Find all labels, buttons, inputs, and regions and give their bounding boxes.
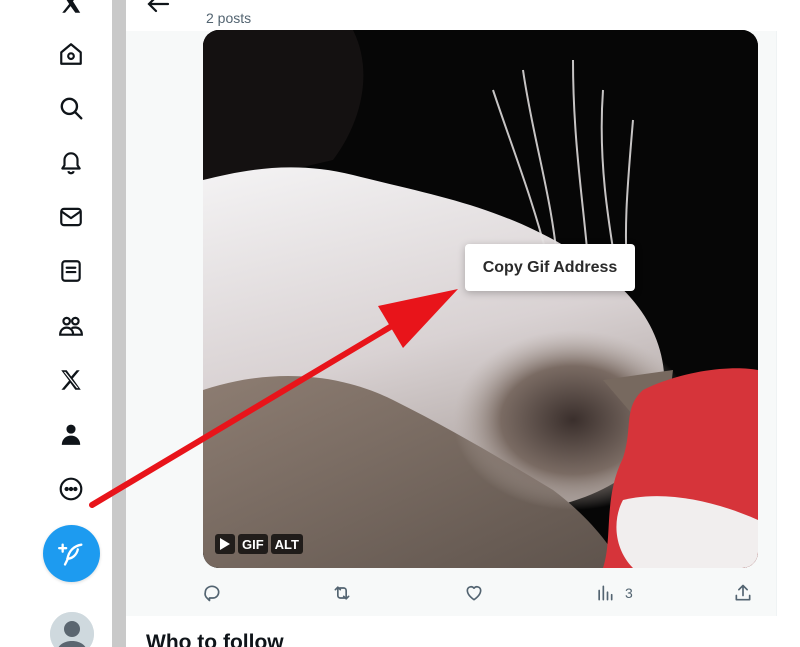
reply-button[interactable] <box>202 578 222 608</box>
copy-gif-address-menu-item[interactable]: Copy Gif Address <box>465 244 635 291</box>
compose-post-icon <box>57 543 83 566</box>
views-chart-icon <box>598 585 613 601</box>
home-icon[interactable] <box>56 39 86 69</box>
views-count: 3 <box>625 585 633 601</box>
repost-button[interactable] <box>332 578 352 608</box>
profile-header: 2 posts <box>126 0 777 31</box>
search-icon[interactable] <box>56 93 86 123</box>
alt-badge[interactable]: ALT <box>270 534 303 554</box>
x-logo-icon[interactable] <box>56 0 86 18</box>
gif-media[interactable]: GIF ALT <box>203 30 758 568</box>
reply-icon <box>204 585 220 602</box>
sidebar-nav <box>0 0 112 647</box>
cat-gif-image <box>203 30 758 568</box>
compose-post-button[interactable] <box>43 525 100 582</box>
heart-icon <box>466 585 482 601</box>
premium-x-icon[interactable] <box>56 365 86 395</box>
who-to-follow-section: Who to follow <box>126 616 777 647</box>
repost-icon <box>334 586 350 600</box>
communities-icon[interactable] <box>56 311 86 341</box>
profile-icon[interactable] <box>56 419 86 449</box>
gif-badges: GIF ALT <box>215 534 303 554</box>
share-button[interactable] <box>733 578 753 608</box>
avatar[interactable] <box>50 612 94 647</box>
back-arrow-icon[interactable] <box>146 0 170 14</box>
post-count: 2 posts <box>206 10 252 26</box>
gif-badge: GIF <box>238 534 268 554</box>
scrollbar[interactable] <box>112 0 126 647</box>
who-to-follow-heading: Who to follow <box>146 631 284 647</box>
play-icon[interactable] <box>215 534 235 554</box>
notifications-icon[interactable] <box>56 147 86 177</box>
like-button[interactable] <box>464 578 484 608</box>
post-actions: 3 <box>126 578 777 608</box>
more-icon[interactable] <box>56 474 86 504</box>
messages-icon[interactable] <box>56 202 86 232</box>
views-button[interactable]: 3 <box>595 578 633 608</box>
main-column: 2 posts GIF ALT Copy Gif Address 3 Who t… <box>126 0 777 647</box>
share-icon <box>735 584 751 601</box>
lists-icon[interactable] <box>56 256 86 286</box>
